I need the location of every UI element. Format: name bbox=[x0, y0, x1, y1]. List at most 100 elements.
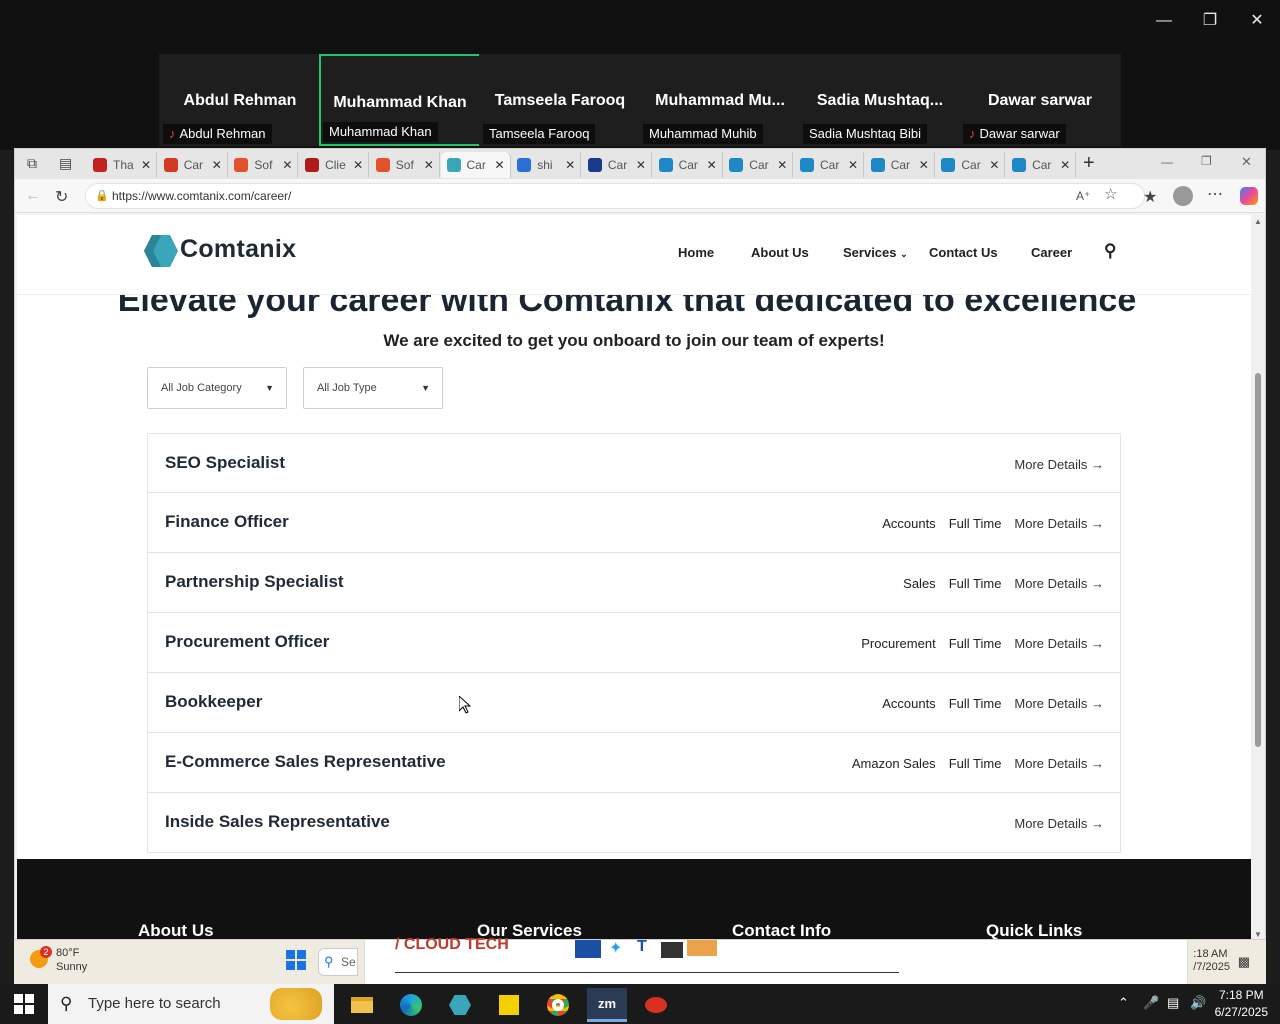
weather-widget[interactable]: 2 80°F Sunny bbox=[30, 946, 87, 974]
more-details-link[interactable]: More Details → bbox=[1014, 516, 1104, 531]
read-aloud-icon[interactable]: A⁺ bbox=[1076, 184, 1090, 208]
browser-tab[interactable]: Car ✕ bbox=[653, 152, 723, 178]
job-title[interactable]: Inside Sales Representative bbox=[165, 812, 390, 832]
notification-icon[interactable]: ▩ bbox=[1238, 954, 1250, 970]
job-row[interactable]: SEO Specialist More Details → bbox=[147, 433, 1121, 493]
browser-tab[interactable]: Car ✕ bbox=[1006, 152, 1077, 178]
browser-tab[interactable]: shi ✕ bbox=[511, 152, 582, 178]
chrome-icon[interactable] bbox=[538, 988, 578, 1022]
participant-tile[interactable]: Dawar sarwar ♪ Dawar sarwar bbox=[959, 54, 1121, 146]
browser-tab[interactable]: Car ✕ bbox=[582, 152, 652, 178]
job-row[interactable]: Bookkeeper Accounts Full Time More Detai… bbox=[147, 673, 1121, 733]
job-title[interactable]: E-Commerce Sales Representative bbox=[165, 752, 446, 772]
start-icon[interactable] bbox=[14, 994, 34, 1019]
more-details-link[interactable]: More Details → bbox=[1014, 636, 1104, 651]
participant-tile-active[interactable]: Muhammad Khan Muhammad Khan bbox=[319, 54, 481, 146]
file-explorer-icon[interactable] bbox=[342, 988, 382, 1022]
browser-restore-icon[interactable]: ❐ bbox=[1201, 154, 1212, 168]
edge-icon[interactable] bbox=[391, 988, 431, 1022]
browser-tab[interactable]: Tha ✕ bbox=[87, 152, 157, 178]
comtanix-app-icon[interactable] bbox=[440, 988, 480, 1022]
job-title[interactable]: SEO Specialist bbox=[165, 453, 285, 473]
tab-close-icon[interactable]: ✕ bbox=[565, 158, 575, 172]
job-category-select[interactable]: All Job Category ▼ bbox=[147, 367, 287, 409]
more-details-link[interactable]: More Details → bbox=[1014, 816, 1104, 831]
participant-tile[interactable]: Abdul Rehman ♪ Abdul Rehman bbox=[159, 54, 321, 146]
restore-icon[interactable]: ❐ bbox=[1199, 10, 1221, 32]
browser-tab[interactable]: Car ✕ bbox=[865, 152, 935, 178]
tab-close-icon[interactable]: ✕ bbox=[212, 158, 222, 172]
page-scrollbar[interactable]: ▲ ▼ bbox=[1251, 215, 1265, 939]
tab-close-icon[interactable]: ✕ bbox=[282, 158, 292, 172]
site-logo-text[interactable]: Comtanix bbox=[180, 235, 296, 264]
browser-tab[interactable]: Car ✕ bbox=[440, 152, 511, 178]
more-details-link[interactable]: More Details → bbox=[1014, 457, 1104, 472]
favorite-star-icon[interactable]: ☆ bbox=[1104, 183, 1117, 207]
job-row[interactable]: Inside Sales Representative More Details… bbox=[147, 793, 1121, 853]
minimize-icon[interactable]: — bbox=[1153, 10, 1175, 32]
more-details-link[interactable]: More Details → bbox=[1014, 756, 1104, 771]
nav-about-us[interactable]: About Us bbox=[751, 245, 809, 260]
tab-close-icon[interactable]: ✕ bbox=[141, 158, 151, 172]
sticky-notes-icon[interactable] bbox=[489, 988, 529, 1022]
nav-home[interactable]: Home bbox=[678, 245, 714, 260]
tab-close-icon[interactable]: ✕ bbox=[495, 158, 505, 172]
job-title[interactable]: Finance Officer bbox=[165, 512, 289, 532]
tab-close-icon[interactable]: ✕ bbox=[636, 158, 646, 172]
browser-tab[interactable]: Car ✕ bbox=[794, 152, 864, 178]
taskbar-search-input[interactable]: ⚲ Type here to search bbox=[48, 984, 334, 1024]
participant-tile[interactable]: Sadia Mushtaq... Sadia Mushtaq Bibi bbox=[799, 54, 961, 146]
comtanix-logo-icon[interactable] bbox=[144, 235, 178, 267]
job-row[interactable]: Procurement Officer Procurement Full Tim… bbox=[147, 613, 1121, 673]
browser-minimize-icon[interactable]: — bbox=[1161, 155, 1173, 169]
browser-tab[interactable]: Car ✕ bbox=[158, 152, 228, 178]
job-title[interactable]: Bookkeeper bbox=[165, 692, 262, 712]
job-row[interactable]: Partnership Specialist Sales Full Time M… bbox=[147, 553, 1121, 613]
tab-close-icon[interactable]: ✕ bbox=[353, 158, 363, 172]
scrollbar-thumb[interactable] bbox=[1255, 373, 1261, 747]
tab-close-icon[interactable]: ✕ bbox=[707, 158, 717, 172]
nav-services[interactable]: Services ⌄ bbox=[843, 245, 908, 260]
profile-avatar[interactable] bbox=[1173, 186, 1193, 206]
close-icon[interactable]: ✕ bbox=[1246, 10, 1268, 32]
tray-chevron-icon[interactable]: ⌃ bbox=[1118, 995, 1129, 1011]
browser-tab[interactable]: Car ✕ bbox=[935, 152, 1006, 178]
tab-close-icon[interactable]: ✕ bbox=[848, 158, 858, 172]
snipping-icon[interactable] bbox=[636, 988, 676, 1022]
job-title[interactable]: Partnership Specialist bbox=[165, 572, 344, 592]
back-icon[interactable]: ← bbox=[25, 187, 41, 205]
job-row[interactable]: Finance Officer Accounts Full Time More … bbox=[147, 493, 1121, 553]
microphone-icon[interactable]: 🎤 bbox=[1143, 995, 1159, 1011]
favorites-icon[interactable]: ★ bbox=[1143, 187, 1157, 207]
copilot-icon[interactable] bbox=[1240, 187, 1258, 205]
browser-tab[interactable]: Car ✕ bbox=[723, 152, 794, 178]
browser-tab[interactable]: Sof ✕ bbox=[370, 152, 440, 178]
more-details-link[interactable]: More Details → bbox=[1014, 696, 1104, 711]
volume-icon[interactable]: 🔊 bbox=[1190, 995, 1206, 1011]
windows-start-icon[interactable] bbox=[286, 950, 306, 970]
new-tab-icon[interactable]: + bbox=[1083, 152, 1095, 175]
more-details-link[interactable]: More Details → bbox=[1014, 576, 1104, 591]
taskbar-clock[interactable]: 7:18 PM 6/27/2025 bbox=[1215, 987, 1268, 1021]
job-type-select[interactable]: All Job Type ▼ bbox=[303, 367, 443, 409]
browser-close-icon[interactable]: ✕ bbox=[1241, 154, 1252, 170]
tab-close-icon[interactable]: ✕ bbox=[424, 158, 434, 172]
participant-tile[interactable]: Muhammad Mu... Muhammad Muhib bbox=[639, 54, 801, 146]
browser-tab[interactable]: Clie ✕ bbox=[299, 152, 370, 178]
refresh-icon[interactable]: ↻ bbox=[55, 187, 68, 207]
tab-actions-icon[interactable]: ▤ bbox=[59, 155, 72, 172]
workspaces-icon[interactable]: ⧉ bbox=[27, 155, 37, 172]
participant-tile[interactable]: Tamseela Farooq Tamseela Farooq bbox=[479, 54, 641, 146]
url-field[interactable]: 🔒 https://www.comtanix.com/career/ A⁺ ☆ bbox=[85, 183, 1145, 209]
nav-career[interactable]: Career bbox=[1031, 245, 1072, 260]
tab-close-icon[interactable]: ✕ bbox=[989, 158, 999, 172]
network-icon[interactable]: ▤ bbox=[1167, 995, 1179, 1011]
search-icon[interactable]: ⚲ bbox=[1104, 241, 1116, 261]
job-row[interactable]: E-Commerce Sales Representative Amazon S… bbox=[147, 733, 1121, 793]
job-title[interactable]: Procurement Officer bbox=[165, 632, 329, 652]
more-menu-icon[interactable]: ⋯ bbox=[1207, 184, 1223, 204]
browser-tab[interactable]: Sof ✕ bbox=[228, 152, 299, 178]
zoom-icon[interactable]: zm bbox=[587, 988, 627, 1022]
tab-close-icon[interactable]: ✕ bbox=[1060, 158, 1070, 172]
tab-close-icon[interactable]: ✕ bbox=[919, 158, 929, 172]
